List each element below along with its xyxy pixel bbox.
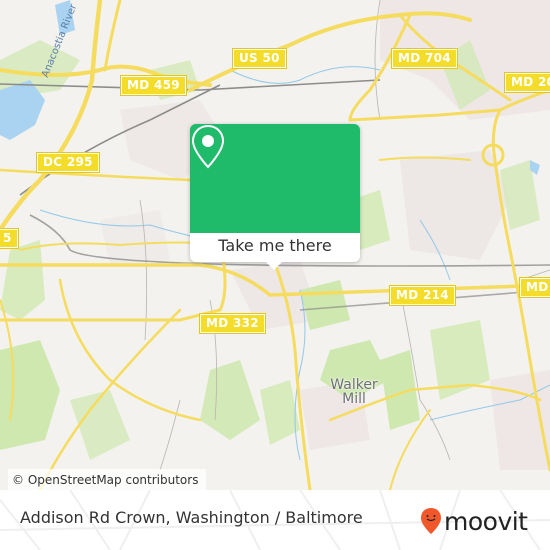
location-pin-icon bbox=[191, 124, 225, 169]
location-popup: Take me there bbox=[190, 124, 360, 270]
road-shield-dc295: DC 295 bbox=[36, 152, 100, 173]
footer-bar: Addison Rd Crown, Washington / Baltimore… bbox=[0, 490, 550, 550]
road-shield-md332: MD 332 bbox=[199, 313, 266, 334]
brand-name: moovit bbox=[444, 506, 528, 536]
map-attribution[interactable]: © OpenStreetMap contributors bbox=[8, 469, 207, 490]
moovit-pin-icon bbox=[421, 508, 441, 534]
road-shield-us50: US 50 bbox=[232, 48, 287, 69]
road-shield-md202: MD 202 bbox=[504, 72, 550, 93]
road-shield-dc295-west: 5 bbox=[0, 228, 19, 249]
road-shield-md214-east: MD 2 bbox=[519, 277, 550, 298]
road-shield-md214: MD 214 bbox=[389, 285, 456, 306]
take-me-there-button[interactable]: Take me there bbox=[190, 233, 360, 262]
location-title: Addison Rd Crown, Washington / Baltimore bbox=[20, 508, 363, 527]
road-shield-md459: MD 459 bbox=[120, 75, 187, 96]
map-view[interactable]: US 50 MD 704 MD 459 MD 202 DC 295 MD 214… bbox=[0, 0, 550, 490]
popup-header[interactable] bbox=[190, 124, 360, 233]
road-shield-md704: MD 704 bbox=[391, 48, 458, 69]
place-label-walker-mill: Walker Mill bbox=[330, 377, 378, 407]
moovit-logo[interactable]: moovit bbox=[420, 507, 528, 535]
popup-pointer bbox=[266, 262, 282, 270]
